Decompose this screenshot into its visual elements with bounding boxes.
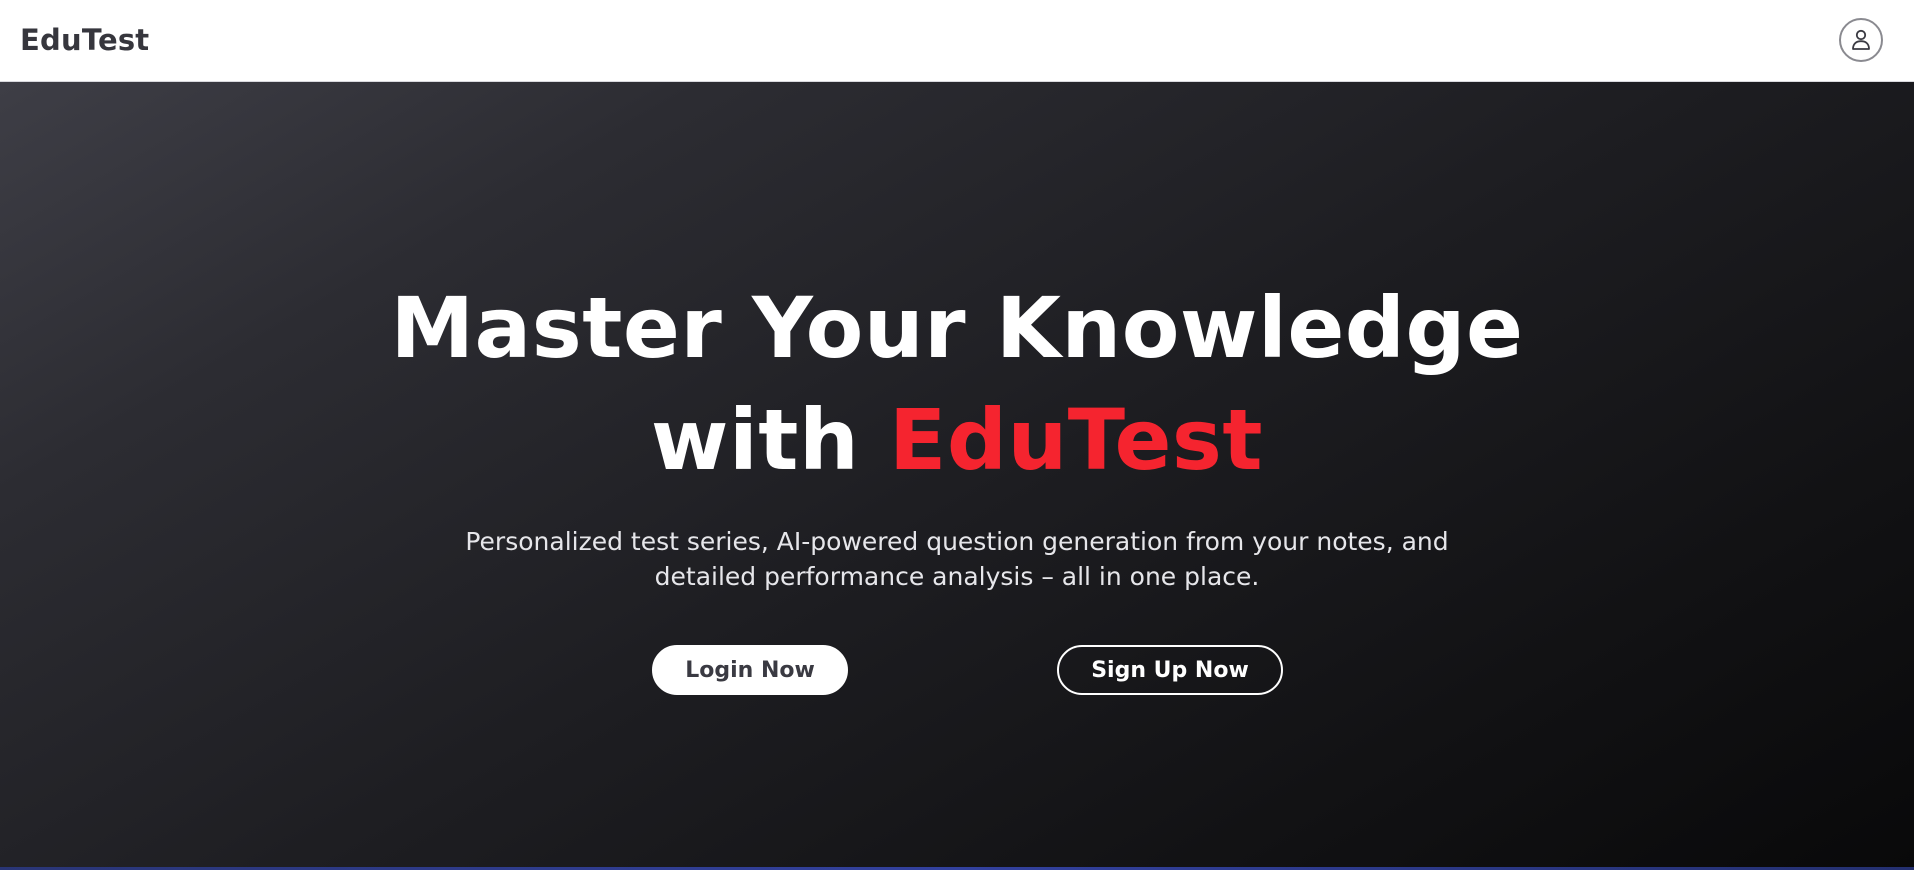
subtitle-line-1: Personalized test series, AI-powered que… <box>465 527 1449 556</box>
user-icon <box>1852 29 1870 50</box>
top-header: EduTest <box>0 0 1914 82</box>
subtitle-line-2: detailed performance analysis – all in o… <box>654 562 1260 591</box>
hero-subtitle: Personalized test series, AI-powered que… <box>457 524 1457 594</box>
login-button[interactable]: Login Now <box>652 645 848 695</box>
signup-button[interactable]: Sign Up Now <box>1057 645 1283 695</box>
profile-button[interactable] <box>1839 18 1883 62</box>
brand-logo-text[interactable]: EduTest <box>20 22 149 58</box>
headline-line-1: Master Your Knowledge <box>390 279 1524 377</box>
hero-headline: Master Your Knowledge with EduTest <box>0 272 1914 496</box>
headline-with: with <box>650 391 889 489</box>
headline-accent-brand: EduTest <box>889 391 1264 489</box>
hero-section: Master Your Knowledge with EduTest Perso… <box>0 82 1914 870</box>
